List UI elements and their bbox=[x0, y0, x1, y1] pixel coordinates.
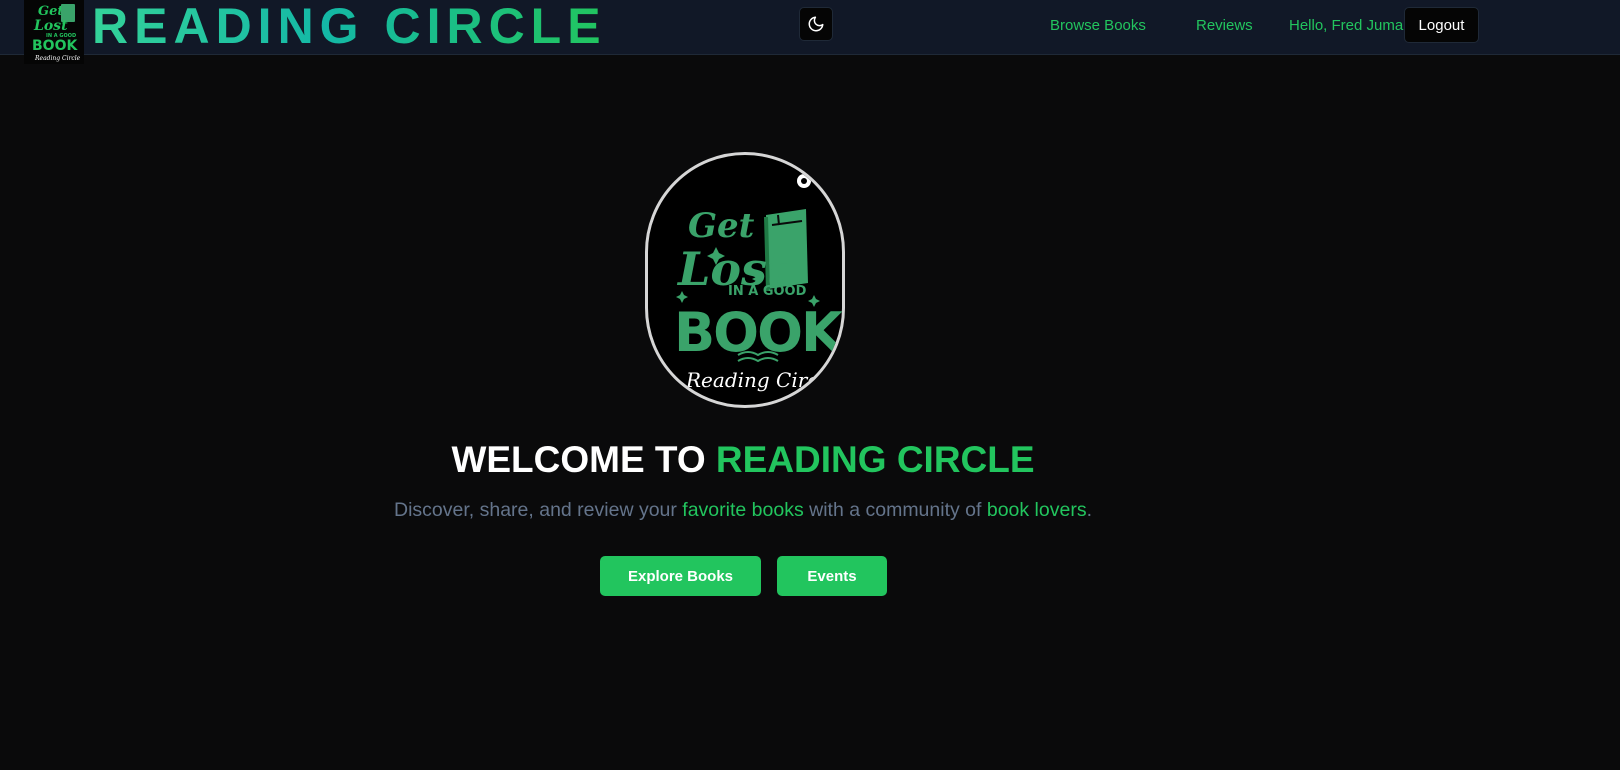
brand-title[interactable]: READING CIRCLE bbox=[92, 0, 607, 54]
hero-subtitle: Discover, share, and review your favorit… bbox=[0, 498, 1486, 522]
hero-logo-get: Get bbox=[688, 206, 755, 246]
hero-title: WELCOME TO READING CIRCLE bbox=[0, 438, 1486, 482]
nav-logo-book: BOOK bbox=[32, 38, 78, 54]
nav-logo-get: Get bbox=[38, 4, 63, 19]
hero-subtitle-text-3: . bbox=[1086, 499, 1092, 521]
moon-icon bbox=[808, 16, 824, 32]
nav-logo-lost: Lost bbox=[33, 18, 68, 34]
nav-logo-reading-circle: Reading Circle bbox=[34, 55, 81, 62]
nav-logo[interactable]: Get Lost IN A GOOD BOOK Reading Circle bbox=[24, 0, 84, 64]
user-greeting: Hello, Fred Juma bbox=[1289, 17, 1404, 34]
nav-link-browse-books[interactable]: Browse Books bbox=[1050, 17, 1146, 34]
nav-link-reviews[interactable]: Reviews bbox=[1196, 17, 1253, 34]
events-button[interactable]: Events bbox=[777, 556, 887, 596]
hero-title-brand: READING CIRCLE bbox=[715, 439, 1035, 480]
hero-subtitle-highlight-favorite-books: favorite books bbox=[682, 499, 804, 521]
hero-subtitle-text-2: with a community of bbox=[803, 499, 987, 521]
hero-subtitle-highlight-book-lovers: book lovers bbox=[986, 499, 1087, 521]
explore-books-button[interactable]: Explore Books bbox=[600, 556, 761, 596]
hero-title-welcome: WELCOME TO bbox=[451, 439, 716, 480]
top-navbar: Get Lost IN A GOOD BOOK Reading Circle R… bbox=[0, 0, 1620, 64]
hero-subtitle-text-1: Discover, share, and review your bbox=[394, 499, 683, 521]
theme-toggle-button[interactable] bbox=[799, 7, 833, 41]
hero-logo: Get Lost IN A GOOD BOOK Reading Circle bbox=[645, 152, 845, 408]
logout-button[interactable]: Logout bbox=[1404, 7, 1479, 43]
hero-logo-reading-circle: Reading Circle bbox=[685, 368, 837, 392]
hero-logo-in-a-good: IN A GOOD bbox=[728, 284, 807, 299]
